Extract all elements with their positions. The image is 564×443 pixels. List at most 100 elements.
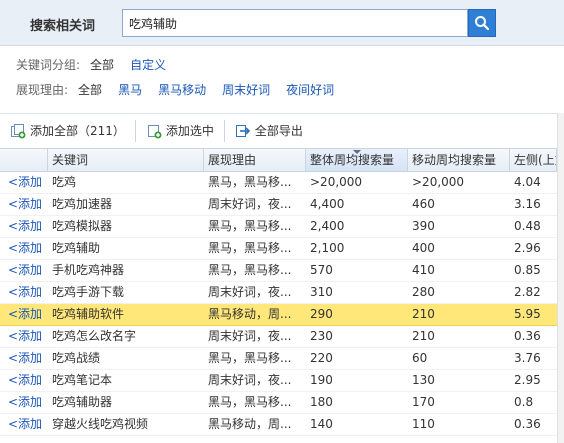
table-row[interactable]: <添加 手机吃鸡神器 黑马，黑马移... 570 410 0.85 [0, 260, 557, 282]
keyword-table: 关键词 展现理由 整体周均搜索量 移动周均搜索量 左侧(上方 <添加吃鸡黑马，黑… [0, 148, 557, 436]
left-position-cell: 0.36 [514, 329, 541, 343]
keyword-cell: 吃鸡加速器 [52, 197, 113, 211]
keyword-cell: 吃鸡辅助软件 [52, 307, 125, 321]
table-row[interactable]: <添加 吃鸡怎么改名字 周末好词，夜... 230 210 0.36 [0, 326, 557, 348]
left-position-cell: 0.48 [514, 219, 541, 233]
add-link[interactable]: <添加 [0, 260, 48, 281]
left-position-cell: 2.95 [514, 373, 541, 387]
search-button[interactable] [468, 9, 496, 37]
reason-label: 展现理由: [16, 82, 69, 97]
reason-cell: 黑马，黑马移... [208, 241, 292, 255]
reason-option-weekend[interactable]: 周末好词 [222, 81, 270, 98]
reason-cell: 周末好词，夜... [208, 285, 292, 299]
search-bar: 搜索相关词 [0, 0, 564, 46]
header-keyword[interactable]: 关键词 [48, 149, 204, 171]
table-row[interactable]: <添加 吃鸡辅助器 黑马，黑马移... 180 170 0.8 [0, 392, 557, 414]
group-option-all[interactable]: 全部 [90, 56, 114, 73]
add-all-button[interactable]: 添加全部（211） [0, 120, 135, 142]
left-position-cell: 0.36 [514, 417, 541, 431]
table-row[interactable]: <添加 吃鸡笔记本 周末好词，夜... 190 130 2.95 [0, 370, 557, 392]
table-row[interactable]: <添加 吃鸡加速器 周末好词，夜... 4,400 460 3.16 [0, 194, 557, 216]
table-row[interactable]: <添加 吃鸡 黑马，黑马移... >20,000 >20,000 4.04 [0, 172, 557, 194]
reason-option-all[interactable]: 全部 [78, 81, 102, 98]
add-link[interactable]: <添加 [0, 282, 48, 303]
search-input[interactable] [122, 9, 468, 37]
overall-search-cell: 2,100 [310, 241, 345, 255]
left-position-cell: 3.16 [514, 197, 541, 211]
add-all-label: 添加全部（211） [30, 124, 125, 138]
keyword-group-filter: 关键词分组: 全部 自定义 [16, 55, 182, 73]
mobile-search-cell: 410 [412, 263, 435, 277]
table-row[interactable]: <添加 吃鸡模拟器 黑马，黑马移... 2,400 390 0.48 [0, 216, 557, 238]
keyword-cell: 吃鸡 [52, 175, 77, 189]
add-link[interactable]: <添加 [0, 194, 48, 215]
left-position-cell: 0.8 [514, 395, 534, 409]
add-selected-icon [147, 124, 162, 138]
add-link[interactable]: <添加 [0, 216, 48, 237]
keyword-cell: 吃鸡辅助 [52, 241, 101, 255]
add-all-icon [11, 123, 26, 138]
reason-cell: 黑马，黑马移... [208, 219, 292, 233]
overall-search-cell: 180 [310, 395, 333, 409]
table-row[interactable]: <添加 穿越火线吃鸡视频 黑马移动，周... 140 110 0.36 [0, 414, 557, 436]
left-position-cell: 2.96 [514, 241, 541, 255]
group-option-custom[interactable]: 自定义 [130, 56, 166, 73]
left-position-cell: 5.95 [514, 307, 541, 321]
reason-option-night[interactable]: 夜间好词 [286, 81, 334, 98]
sort-desc-icon [352, 150, 361, 154]
reason-cell: 黑马移动，周... [208, 417, 292, 431]
reason-option-darkhorse[interactable]: 黑马 [118, 81, 142, 98]
table-row[interactable]: <添加 吃鸡辅助 黑马，黑马移... 2,100 400 2.96 [0, 238, 557, 260]
mobile-search-cell: 170 [412, 395, 435, 409]
add-link[interactable]: <添加 [0, 238, 48, 259]
mobile-search-cell: 110 [412, 417, 435, 431]
table-row[interactable]: <添加 吃鸡战绩 黑马，黑马移... 220 60 3.76 [0, 348, 557, 370]
reason-cell: 黑马，黑马移... [208, 395, 292, 409]
add-link[interactable]: <添加 [0, 392, 48, 413]
reason-cell: 黑马移动，周... [208, 307, 292, 321]
add-link[interactable]: <添加 [0, 304, 48, 325]
add-link[interactable]: <添加 [0, 414, 48, 435]
header-action [0, 149, 48, 171]
add-link[interactable]: <添加 [0, 326, 48, 347]
mobile-search-cell: 130 [412, 373, 435, 387]
reason-cell: 周末好词，夜... [208, 197, 292, 211]
add-selected-label: 添加选中 [165, 124, 214, 138]
mobile-search-cell: >20,000 [412, 175, 465, 189]
keyword-cell: 吃鸡手游下载 [52, 285, 125, 299]
overall-search-cell: 190 [310, 373, 333, 387]
table-header: 关键词 展现理由 整体周均搜索量 移动周均搜索量 左侧(上方 [0, 148, 557, 172]
reason-filter: 展现理由: 全部 黑马 黑马移动 周末好词 夜间好词 [16, 80, 350, 98]
keyword-cell: 吃鸡辅助器 [52, 395, 113, 409]
header-overall-weekly-search[interactable]: 整体周均搜索量 [306, 149, 408, 171]
add-link[interactable]: <添加 [0, 348, 48, 369]
header-mobile-weekly-search[interactable]: 移动周均搜索量 [408, 149, 510, 171]
overall-search-cell: 570 [310, 263, 333, 277]
table-row[interactable]: <添加 吃鸡手游下载 周末好词，夜... 310 280 2.82 [0, 282, 557, 304]
left-position-cell: 2.82 [514, 285, 541, 299]
reason-cell: 黑马，黑马移... [208, 351, 292, 365]
reason-cell: 黑马，黑马移... [208, 175, 292, 189]
keyword-cell: 吃鸡战绩 [52, 351, 101, 365]
export-all-button[interactable]: 全部导出 [225, 120, 313, 142]
keyword-cell: 吃鸡怎么改名字 [52, 329, 137, 343]
add-link[interactable]: <添加 [0, 370, 48, 391]
add-selected-button[interactable]: 添加选中 [136, 120, 224, 142]
reason-cell: 黑马，黑马移... [208, 263, 292, 277]
reason-option-darkhorse-mobile[interactable]: 黑马移动 [158, 81, 206, 98]
table-row[interactable]: <添加 吃鸡辅助软件 黑马移动，周... 290 210 5.95 [0, 304, 557, 326]
mobile-search-cell: 60 [412, 351, 428, 365]
left-position-cell: 4.04 [514, 175, 541, 189]
add-link[interactable]: <添加 [0, 172, 48, 193]
search-icon [475, 16, 490, 31]
overall-search-cell: 310 [310, 285, 333, 299]
header-reason[interactable]: 展现理由 [204, 149, 306, 171]
overall-search-cell: 140 [310, 417, 333, 431]
vertical-scrollbar[interactable] [557, 113, 564, 443]
header-left-position[interactable]: 左侧(上方 [510, 149, 557, 171]
left-position-cell: 3.76 [514, 351, 541, 365]
keyword-group-label: 关键词分组: [16, 57, 81, 72]
keyword-cell: 吃鸡模拟器 [52, 219, 113, 233]
mobile-search-cell: 280 [412, 285, 435, 299]
reason-cell: 周末好词，夜... [208, 329, 292, 343]
